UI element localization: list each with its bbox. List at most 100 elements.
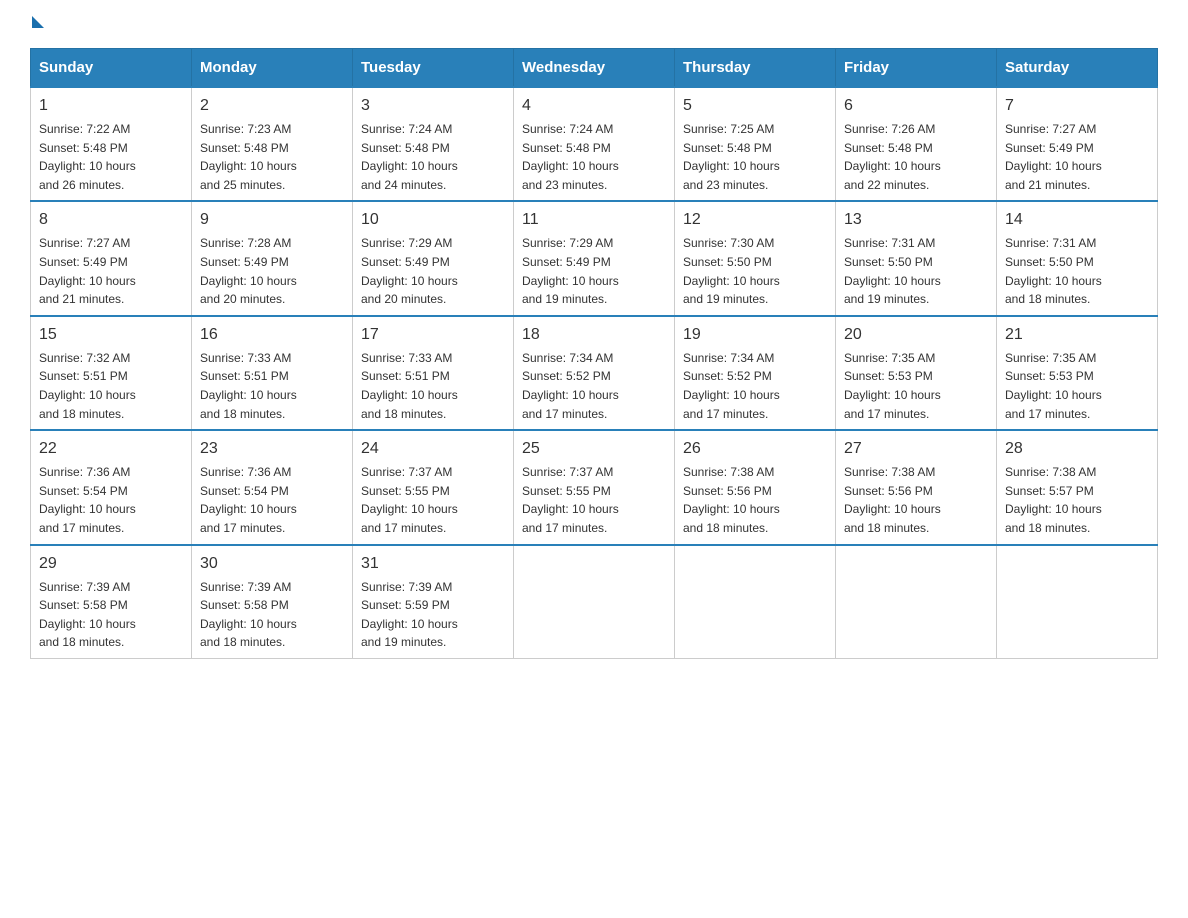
day-number: 18 <box>522 323 666 347</box>
week-row-5: 29Sunrise: 7:39 AMSunset: 5:58 PMDayligh… <box>31 545 1158 659</box>
day-number: 1 <box>39 94 183 118</box>
day-info: Sunrise: 7:38 AMSunset: 5:56 PMDaylight:… <box>683 463 827 537</box>
day-number: 9 <box>200 208 344 232</box>
day-info: Sunrise: 7:23 AMSunset: 5:48 PMDaylight:… <box>200 120 344 194</box>
page-header <box>30 20 1158 28</box>
day-info: Sunrise: 7:30 AMSunset: 5:50 PMDaylight:… <box>683 234 827 308</box>
day-number: 19 <box>683 323 827 347</box>
week-row-3: 15Sunrise: 7:32 AMSunset: 5:51 PMDayligh… <box>31 316 1158 430</box>
calendar-cell: 28Sunrise: 7:38 AMSunset: 5:57 PMDayligh… <box>997 430 1158 544</box>
day-info: Sunrise: 7:36 AMSunset: 5:54 PMDaylight:… <box>200 463 344 537</box>
calendar-cell <box>997 545 1158 659</box>
day-info: Sunrise: 7:37 AMSunset: 5:55 PMDaylight:… <box>361 463 505 537</box>
day-number: 11 <box>522 208 666 232</box>
col-header-friday: Friday <box>836 49 997 88</box>
col-header-monday: Monday <box>192 49 353 88</box>
day-number: 20 <box>844 323 988 347</box>
day-info: Sunrise: 7:29 AMSunset: 5:49 PMDaylight:… <box>361 234 505 308</box>
day-info: Sunrise: 7:26 AMSunset: 5:48 PMDaylight:… <box>844 120 988 194</box>
col-header-thursday: Thursday <box>675 49 836 88</box>
day-info: Sunrise: 7:33 AMSunset: 5:51 PMDaylight:… <box>200 349 344 423</box>
day-number: 22 <box>39 437 183 461</box>
day-info: Sunrise: 7:24 AMSunset: 5:48 PMDaylight:… <box>522 120 666 194</box>
calendar-cell <box>836 545 997 659</box>
calendar-cell: 11Sunrise: 7:29 AMSunset: 5:49 PMDayligh… <box>514 201 675 315</box>
calendar-cell: 27Sunrise: 7:38 AMSunset: 5:56 PMDayligh… <box>836 430 997 544</box>
logo-triangle-icon <box>32 16 44 28</box>
day-info: Sunrise: 7:22 AMSunset: 5:48 PMDaylight:… <box>39 120 183 194</box>
day-number: 13 <box>844 208 988 232</box>
calendar-cell: 22Sunrise: 7:36 AMSunset: 5:54 PMDayligh… <box>31 430 192 544</box>
day-info: Sunrise: 7:27 AMSunset: 5:49 PMDaylight:… <box>1005 120 1149 194</box>
week-row-1: 1Sunrise: 7:22 AMSunset: 5:48 PMDaylight… <box>31 87 1158 201</box>
day-number: 7 <box>1005 94 1149 118</box>
calendar-cell: 10Sunrise: 7:29 AMSunset: 5:49 PMDayligh… <box>353 201 514 315</box>
calendar-cell: 1Sunrise: 7:22 AMSunset: 5:48 PMDaylight… <box>31 87 192 201</box>
calendar-cell: 3Sunrise: 7:24 AMSunset: 5:48 PMDaylight… <box>353 87 514 201</box>
calendar-cell: 2Sunrise: 7:23 AMSunset: 5:48 PMDaylight… <box>192 87 353 201</box>
day-number: 6 <box>844 94 988 118</box>
day-info: Sunrise: 7:37 AMSunset: 5:55 PMDaylight:… <box>522 463 666 537</box>
day-number: 29 <box>39 552 183 576</box>
day-info: Sunrise: 7:38 AMSunset: 5:57 PMDaylight:… <box>1005 463 1149 537</box>
day-number: 30 <box>200 552 344 576</box>
calendar-cell: 21Sunrise: 7:35 AMSunset: 5:53 PMDayligh… <box>997 316 1158 430</box>
calendar-cell: 20Sunrise: 7:35 AMSunset: 5:53 PMDayligh… <box>836 316 997 430</box>
col-header-saturday: Saturday <box>997 49 1158 88</box>
day-number: 10 <box>361 208 505 232</box>
day-number: 27 <box>844 437 988 461</box>
calendar-cell: 16Sunrise: 7:33 AMSunset: 5:51 PMDayligh… <box>192 316 353 430</box>
day-info: Sunrise: 7:24 AMSunset: 5:48 PMDaylight:… <box>361 120 505 194</box>
calendar-cell: 19Sunrise: 7:34 AMSunset: 5:52 PMDayligh… <box>675 316 836 430</box>
day-number: 14 <box>1005 208 1149 232</box>
day-info: Sunrise: 7:32 AMSunset: 5:51 PMDaylight:… <box>39 349 183 423</box>
day-number: 17 <box>361 323 505 347</box>
day-info: Sunrise: 7:33 AMSunset: 5:51 PMDaylight:… <box>361 349 505 423</box>
day-number: 8 <box>39 208 183 232</box>
logo-blue-part <box>30 20 44 28</box>
week-row-4: 22Sunrise: 7:36 AMSunset: 5:54 PMDayligh… <box>31 430 1158 544</box>
calendar-table: SundayMondayTuesdayWednesdayThursdayFrid… <box>30 48 1158 659</box>
day-number: 2 <box>200 94 344 118</box>
logo <box>30 20 44 28</box>
calendar-cell: 13Sunrise: 7:31 AMSunset: 5:50 PMDayligh… <box>836 201 997 315</box>
day-info: Sunrise: 7:28 AMSunset: 5:49 PMDaylight:… <box>200 234 344 308</box>
day-number: 12 <box>683 208 827 232</box>
calendar-cell: 25Sunrise: 7:37 AMSunset: 5:55 PMDayligh… <box>514 430 675 544</box>
day-info: Sunrise: 7:27 AMSunset: 5:49 PMDaylight:… <box>39 234 183 308</box>
day-number: 3 <box>361 94 505 118</box>
calendar-cell: 5Sunrise: 7:25 AMSunset: 5:48 PMDaylight… <box>675 87 836 201</box>
calendar-cell: 14Sunrise: 7:31 AMSunset: 5:50 PMDayligh… <box>997 201 1158 315</box>
day-info: Sunrise: 7:34 AMSunset: 5:52 PMDaylight:… <box>683 349 827 423</box>
day-number: 28 <box>1005 437 1149 461</box>
day-info: Sunrise: 7:31 AMSunset: 5:50 PMDaylight:… <box>1005 234 1149 308</box>
day-number: 26 <box>683 437 827 461</box>
calendar-cell: 17Sunrise: 7:33 AMSunset: 5:51 PMDayligh… <box>353 316 514 430</box>
calendar-cell: 7Sunrise: 7:27 AMSunset: 5:49 PMDaylight… <box>997 87 1158 201</box>
day-info: Sunrise: 7:35 AMSunset: 5:53 PMDaylight:… <box>844 349 988 423</box>
day-info: Sunrise: 7:39 AMSunset: 5:59 PMDaylight:… <box>361 578 505 652</box>
day-info: Sunrise: 7:39 AMSunset: 5:58 PMDaylight:… <box>39 578 183 652</box>
calendar-cell: 4Sunrise: 7:24 AMSunset: 5:48 PMDaylight… <box>514 87 675 201</box>
day-info: Sunrise: 7:38 AMSunset: 5:56 PMDaylight:… <box>844 463 988 537</box>
col-header-wednesday: Wednesday <box>514 49 675 88</box>
calendar-cell <box>675 545 836 659</box>
calendar-cell: 6Sunrise: 7:26 AMSunset: 5:48 PMDaylight… <box>836 87 997 201</box>
day-number: 16 <box>200 323 344 347</box>
days-header-row: SundayMondayTuesdayWednesdayThursdayFrid… <box>31 49 1158 88</box>
calendar-cell: 8Sunrise: 7:27 AMSunset: 5:49 PMDaylight… <box>31 201 192 315</box>
calendar-cell: 18Sunrise: 7:34 AMSunset: 5:52 PMDayligh… <box>514 316 675 430</box>
day-number: 25 <box>522 437 666 461</box>
day-info: Sunrise: 7:36 AMSunset: 5:54 PMDaylight:… <box>39 463 183 537</box>
calendar-cell: 29Sunrise: 7:39 AMSunset: 5:58 PMDayligh… <box>31 545 192 659</box>
calendar-cell: 23Sunrise: 7:36 AMSunset: 5:54 PMDayligh… <box>192 430 353 544</box>
calendar-cell <box>514 545 675 659</box>
day-number: 23 <box>200 437 344 461</box>
day-info: Sunrise: 7:35 AMSunset: 5:53 PMDaylight:… <box>1005 349 1149 423</box>
day-number: 21 <box>1005 323 1149 347</box>
col-header-sunday: Sunday <box>31 49 192 88</box>
day-info: Sunrise: 7:25 AMSunset: 5:48 PMDaylight:… <box>683 120 827 194</box>
day-info: Sunrise: 7:39 AMSunset: 5:58 PMDaylight:… <box>200 578 344 652</box>
day-number: 4 <box>522 94 666 118</box>
day-number: 24 <box>361 437 505 461</box>
